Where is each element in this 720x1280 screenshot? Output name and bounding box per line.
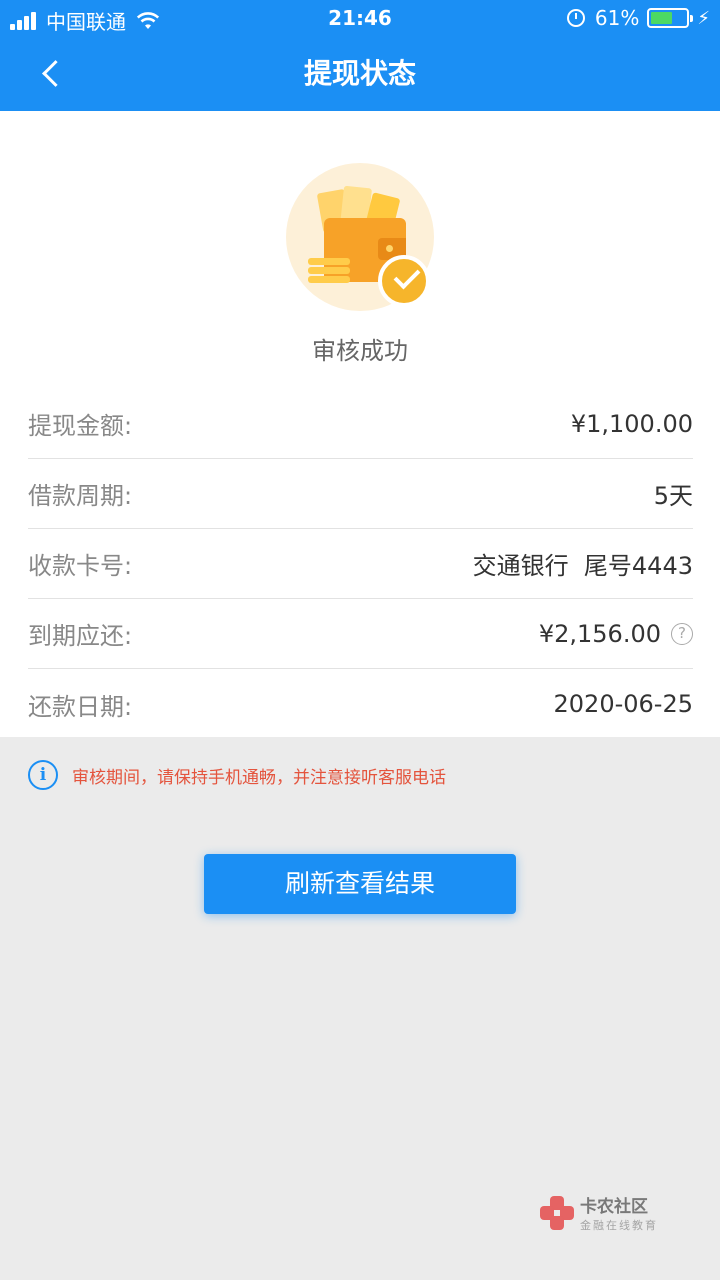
review-notice: i 审核期间，请保持手机通畅，并注意接听客服电话 bbox=[28, 760, 708, 790]
battery-percent: 61% bbox=[594, 6, 640, 30]
status-bar: 中国联通 21:46 61% ⚡ bbox=[0, 0, 720, 36]
detail-row-card: 收款卡号: 交通银行 尾号4443 bbox=[28, 529, 693, 599]
coins-icon bbox=[308, 258, 350, 284]
detail-value-wrap: ¥2,156.00 ? bbox=[539, 620, 693, 648]
status-right: 61% ⚡ bbox=[566, 6, 710, 30]
alarm-icon bbox=[566, 9, 585, 27]
checkmark-icon bbox=[378, 255, 430, 307]
detail-row-amount: 提现金额: ¥1,100.00 bbox=[28, 389, 693, 459]
page-title: 提现状态 bbox=[303, 57, 416, 90]
detail-value: ¥2,156.00 bbox=[538, 619, 661, 648]
wallet-success-illustration bbox=[286, 163, 434, 311]
detail-label: 借款周期: bbox=[28, 482, 133, 510]
watermark-logo-icon bbox=[540, 1195, 574, 1230]
detail-label: 收款卡号: bbox=[28, 552, 133, 580]
detail-value: 交通银行 尾号4443 bbox=[472, 552, 693, 580]
detail-label: 还款日期: bbox=[28, 692, 133, 721]
detail-value: 5天 bbox=[653, 482, 693, 510]
watermark-subtitle: 金融在线教育 bbox=[580, 1219, 658, 1232]
detail-label: 到期应还: bbox=[28, 622, 133, 650]
info-icon: i bbox=[28, 760, 58, 790]
detail-label: 提现金额: bbox=[28, 412, 133, 440]
detail-row-due-amount: 到期应还: ¥2,156.00 ? bbox=[28, 599, 693, 669]
detail-list: 提现金额: ¥1,100.00 借款周期: 5天 收款卡号: 交通银行 尾号44… bbox=[28, 389, 693, 739]
battery-fill bbox=[651, 12, 673, 24]
withdraw-status-panel: 审核成功 提现金额: ¥1,100.00 借款周期: 5天 收款卡号: 交通银行… bbox=[0, 111, 720, 737]
watermark-text: 卡农社区 金融在线教育 bbox=[580, 1192, 658, 1233]
watermark-title: 卡农社区 bbox=[580, 1197, 648, 1217]
help-icon[interactable]: ? bbox=[671, 622, 693, 645]
watermark: 卡农社区 金融在线教育 bbox=[540, 1192, 658, 1233]
refresh-result-button[interactable]: 刷新查看结果 bbox=[204, 854, 516, 914]
detail-row-term: 借款周期: 5天 bbox=[28, 459, 693, 529]
detail-row-due-date: 还款日期: 2020-06-25 bbox=[28, 669, 693, 739]
notice-text: 审核期间，请保持手机通畅，并注意接听客服电话 bbox=[72, 767, 446, 788]
app-header: 中国联通 21:46 61% ⚡ 提现状态 bbox=[0, 0, 720, 111]
review-status-text: 审核成功 bbox=[312, 337, 408, 365]
battery-icon bbox=[647, 8, 694, 28]
detail-value: 2020-06-25 bbox=[553, 690, 693, 718]
charging-bolt-icon: ⚡ bbox=[697, 7, 710, 29]
detail-value: ¥1,100.00 bbox=[570, 409, 693, 438]
